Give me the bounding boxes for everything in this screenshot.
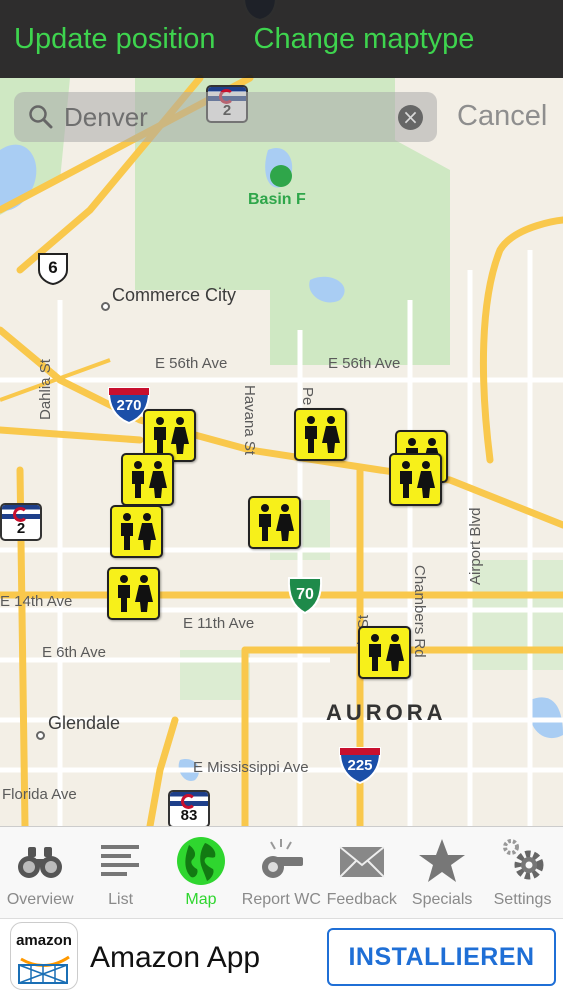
amazon-logo: amazon bbox=[10, 922, 78, 990]
park-icon bbox=[270, 165, 292, 187]
tab-list[interactable]: List bbox=[80, 827, 160, 919]
restroom-icon bbox=[120, 512, 156, 550]
tab-label: Settings bbox=[493, 891, 552, 908]
restroom-icon bbox=[131, 460, 167, 498]
interstate-225-shield-icon: 225 bbox=[337, 745, 383, 785]
street-label-e11: E 11th Ave bbox=[183, 615, 255, 632]
park-label: Basin F bbox=[248, 191, 306, 208]
tab-label: Specials bbox=[411, 891, 473, 908]
clear-icon[interactable]: × bbox=[398, 105, 423, 130]
change-maptype-button[interactable]: Change maptype bbox=[254, 23, 475, 56]
search-bar: × bbox=[14, 92, 437, 142]
top-bar: Update position Change maptype bbox=[0, 0, 563, 78]
street-label-airport: Airport Blvd bbox=[467, 507, 484, 585]
install-button[interactable]: INSTALLIEREN bbox=[327, 928, 556, 986]
globe-icon bbox=[176, 837, 225, 885]
street-label-mississippi: E Mississippi Ave bbox=[193, 759, 309, 776]
list-icon bbox=[100, 845, 139, 876]
city-label-aurora: AURORA bbox=[326, 700, 447, 725]
star-icon bbox=[419, 839, 466, 882]
toilet-marker[interactable] bbox=[389, 453, 442, 506]
update-position-button[interactable]: Update position bbox=[14, 23, 216, 56]
whistle-icon bbox=[262, 839, 304, 878]
toilet-marker[interactable] bbox=[110, 505, 163, 558]
toilet-marker[interactable] bbox=[121, 453, 174, 506]
restroom-icon bbox=[304, 415, 340, 453]
cancel-button[interactable]: Cancel bbox=[457, 100, 547, 133]
shield-number: 2 bbox=[16, 520, 26, 537]
street-label-pena: Pe bbox=[299, 387, 316, 406]
ad-title: Amazon App bbox=[90, 941, 261, 974]
restroom-icon bbox=[399, 460, 435, 498]
street-label-florida: Florida Ave bbox=[2, 786, 77, 803]
interstate-70-shield-icon: 70 bbox=[286, 575, 324, 615]
search-input[interactable] bbox=[64, 99, 394, 135]
shield-number: 6 bbox=[48, 258, 58, 277]
gear-icon bbox=[502, 839, 544, 880]
place-label-commerce-city: Commerce City bbox=[112, 285, 237, 305]
restroom-icon bbox=[368, 633, 404, 671]
tab-label: Feedback bbox=[326, 891, 397, 908]
street-label-havana: Havana St bbox=[241, 385, 258, 456]
tab-label: Overview bbox=[6, 891, 74, 908]
toilet-marker[interactable] bbox=[107, 567, 160, 620]
tab-settings[interactable]: Settings bbox=[482, 827, 562, 919]
shield-number: 225 bbox=[347, 757, 373, 774]
restroom-icon bbox=[117, 574, 153, 612]
toilet-marker[interactable] bbox=[294, 408, 347, 461]
ad-banner[interactable]: amazon Amazon App INSTALLIEREN bbox=[0, 918, 563, 1000]
street-label-e56-right: E 56th Ave bbox=[328, 355, 401, 372]
restroom-icon bbox=[258, 503, 294, 541]
place-label-glendale: Glendale bbox=[48, 713, 121, 733]
tab-map[interactable]: Map bbox=[161, 827, 241, 919]
tab-label: Report WC bbox=[241, 891, 321, 908]
tab-label: Map bbox=[185, 891, 217, 908]
tab-specials[interactable]: Specials bbox=[402, 827, 482, 919]
tab-label: List bbox=[108, 891, 134, 908]
search-icon bbox=[29, 105, 53, 129]
tab-overview[interactable]: Overview bbox=[0, 827, 80, 919]
place-dot bbox=[101, 302, 110, 311]
street-label-e56-left: E 56th Ave bbox=[155, 355, 228, 372]
shield-number: 70 bbox=[296, 586, 314, 603]
street-label-e14: E 14th Ave bbox=[0, 593, 73, 610]
toilet-marker[interactable] bbox=[248, 496, 301, 549]
binoculars-icon bbox=[18, 847, 63, 878]
shield-number: 83 bbox=[180, 807, 198, 824]
toilet-marker[interactable] bbox=[358, 626, 411, 679]
street-label-dahlia: Dahlia St bbox=[37, 359, 54, 420]
tab-feedback[interactable]: Feedback bbox=[322, 827, 402, 919]
us-6-shield-icon: 6 bbox=[35, 250, 71, 286]
colorado-2-shield-icon: 2 bbox=[0, 503, 42, 541]
street-label-chambers: Chambers Rd bbox=[411, 565, 428, 658]
tab-bar: Overview List Map Report WC Feedback Spe… bbox=[0, 826, 563, 918]
tab-report-wc[interactable]: Report WC bbox=[241, 827, 321, 919]
restroom-icon bbox=[153, 416, 189, 454]
shopping-cart-icon bbox=[18, 955, 70, 984]
envelope-icon bbox=[339, 846, 385, 878]
street-label-e6: E 6th Ave bbox=[42, 644, 106, 661]
colorado-83-shield-icon: 83 bbox=[168, 790, 210, 826]
place-dot bbox=[36, 731, 45, 740]
amazon-brand-text: amazon bbox=[16, 932, 72, 949]
